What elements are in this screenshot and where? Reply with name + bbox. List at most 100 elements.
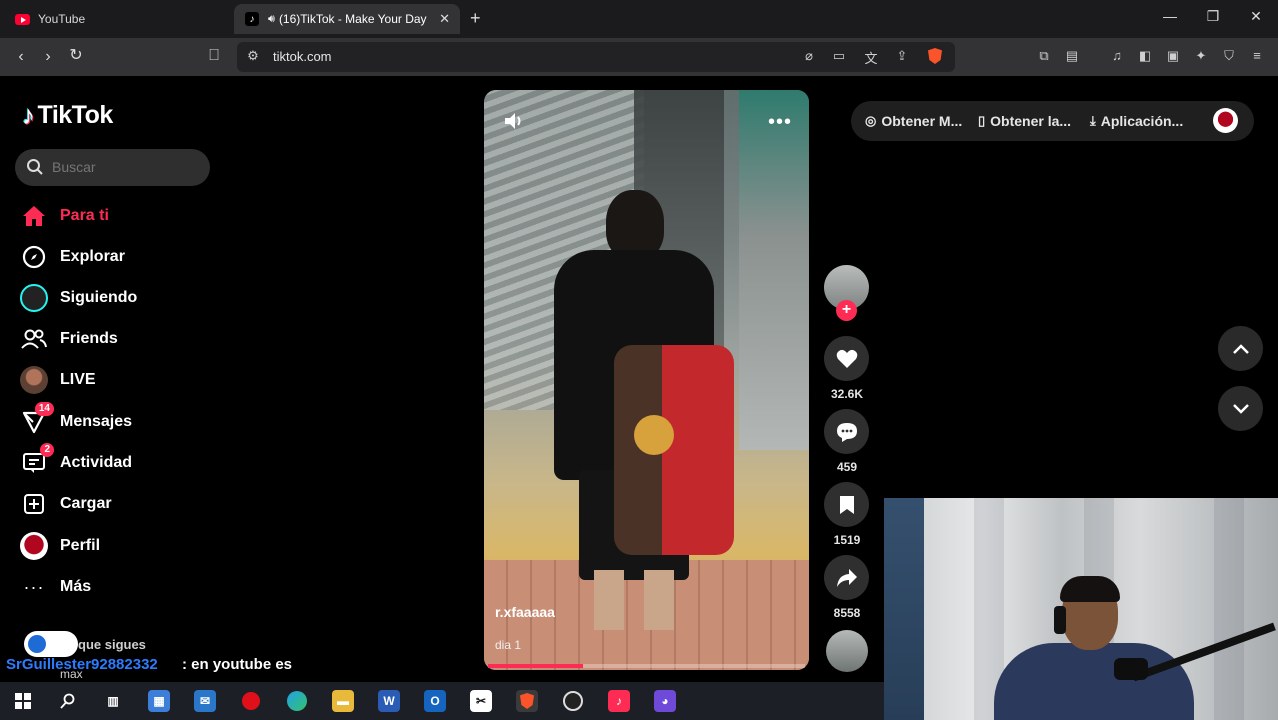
following-accounts-label: que sigues bbox=[78, 637, 146, 652]
task-view-icon[interactable]: ▥ bbox=[102, 690, 124, 712]
save-count: 1519 bbox=[833, 533, 861, 547]
sidebar-item-explorar[interactable]: Explorar bbox=[20, 241, 210, 273]
tab-title: YouTube bbox=[38, 12, 86, 26]
menu-icon[interactable]: ≡ bbox=[1248, 48, 1266, 64]
sound-disc-avatar[interactable] bbox=[826, 630, 868, 672]
install-app-icon[interactable]: ▭ bbox=[830, 48, 848, 64]
restore-button[interactable]: ❐ bbox=[1203, 8, 1223, 25]
comment-button[interactable] bbox=[824, 409, 869, 454]
tab-tiktok[interactable]: ♪ 🔊︎ (16)TikTok - Make Your Day ✕ bbox=[234, 4, 460, 34]
toggle-knob bbox=[28, 635, 46, 653]
sidebar-item-label: Perfil bbox=[60, 537, 101, 554]
tab-youtube[interactable]: YouTube bbox=[4, 4, 230, 34]
minimize-button[interactable]: — bbox=[1160, 8, 1180, 24]
obs-icon[interactable] bbox=[562, 690, 584, 712]
search-input[interactable] bbox=[52, 159, 202, 175]
cast-off-icon[interactable]: ⌀ bbox=[800, 48, 818, 64]
forward-button[interactable]: › bbox=[37, 47, 59, 67]
tiktok-logo[interactable]: ♪ TikTok bbox=[22, 100, 113, 131]
search-icon bbox=[27, 159, 43, 175]
translate-icon[interactable]: 文 bbox=[862, 48, 880, 66]
share-arrow-icon bbox=[836, 568, 857, 587]
speaker-icon: 🔊︎ bbox=[268, 12, 275, 25]
mail-icon[interactable]: ✉ bbox=[194, 690, 216, 712]
get-coins-link[interactable]: ◎ Obtener M... bbox=[865, 113, 962, 129]
new-tab-button[interactable]: + bbox=[470, 8, 481, 29]
sidebar-item-label: Siguiendo bbox=[60, 289, 138, 306]
sidebar-item-actividad[interactable]: 2 Actividad bbox=[20, 443, 210, 479]
bookmark-icon[interactable]: ⎕ bbox=[203, 46, 225, 66]
brave-taskbar-icon[interactable] bbox=[516, 690, 538, 712]
sidebar-item-friends[interactable]: Friends bbox=[20, 323, 210, 355]
sidebar-item-mas[interactable]: ··· Más bbox=[20, 571, 210, 603]
file-explorer-icon[interactable]: ▬ bbox=[332, 690, 354, 712]
bookmark-icon bbox=[839, 495, 854, 514]
close-window-button[interactable]: ✕ bbox=[1246, 8, 1266, 25]
save-button[interactable] bbox=[824, 482, 869, 527]
desktop-app-link[interactable]: ⤓ Aplicación... bbox=[1090, 113, 1183, 129]
live-avatar-icon bbox=[20, 366, 48, 394]
outlook-icon[interactable]: O bbox=[424, 690, 446, 712]
get-coins-label: Obtener M... bbox=[881, 113, 963, 129]
profile-avatar-button[interactable] bbox=[1213, 108, 1238, 133]
sidebar-item-perfil[interactable]: Perfil bbox=[20, 530, 210, 562]
compass-icon bbox=[20, 243, 48, 271]
reader-icon[interactable]: ▤ bbox=[1063, 48, 1081, 64]
activity-icon: 2 bbox=[20, 443, 54, 477]
share-button[interactable] bbox=[824, 555, 869, 600]
sidebar-item-para-ti[interactable]: Para ti bbox=[20, 200, 210, 232]
video-player[interactable] bbox=[484, 90, 809, 670]
sidebar-item-cargar[interactable]: Cargar bbox=[20, 488, 210, 520]
word-icon[interactable]: W bbox=[378, 690, 400, 712]
previous-video-button[interactable] bbox=[1218, 326, 1263, 371]
chat-username: SrGuillester92882332 bbox=[6, 656, 158, 673]
sidebar-icon[interactable]: ◧ bbox=[1136, 48, 1154, 64]
sidebar-item-siguiendo[interactable]: Siguiendo bbox=[20, 282, 210, 314]
messages-icon: 14 bbox=[20, 402, 54, 436]
share-count: 8558 bbox=[833, 606, 861, 620]
back-button[interactable]: ‹ bbox=[10, 47, 32, 67]
store-icon[interactable]: ▦ bbox=[148, 690, 170, 712]
site-settings-icon[interactable]: ⚙ bbox=[244, 48, 262, 64]
profile-avatar-icon bbox=[20, 532, 48, 560]
video-username[interactable]: r.xfaaaaa bbox=[495, 604, 555, 620]
next-video-button[interactable] bbox=[1218, 386, 1263, 431]
activity-badge: 2 bbox=[40, 443, 54, 457]
phone-icon: ▯ bbox=[978, 113, 986, 128]
capcut-icon[interactable]: ✂ bbox=[470, 690, 492, 712]
upload-icon bbox=[20, 490, 48, 518]
sidebar-item-label: Explorar bbox=[60, 248, 125, 265]
coin-icon: ◎ bbox=[865, 113, 877, 128]
discord-icon[interactable]: ◕ bbox=[654, 690, 676, 712]
get-app-link[interactable]: ▯ Obtener la... bbox=[978, 113, 1071, 129]
url-text[interactable]: tiktok.com bbox=[273, 49, 332, 64]
chevron-up-icon bbox=[1232, 343, 1249, 354]
tiktok-taskbar-icon[interactable]: ♪ bbox=[608, 690, 630, 712]
following-avatar-icon bbox=[20, 284, 48, 312]
sidebar-item-mensajes[interactable]: 14 Mensajes bbox=[20, 402, 210, 438]
vpn-icon[interactable]: ⛉ bbox=[1220, 48, 1238, 64]
video-progress-fill bbox=[488, 664, 584, 668]
like-button[interactable] bbox=[824, 336, 869, 381]
volume-icon[interactable] bbox=[503, 111, 525, 131]
follow-button[interactable]: + bbox=[836, 300, 857, 321]
video-more-icon[interactable]: ••• bbox=[768, 111, 792, 134]
leo-ai-icon[interactable]: ✦ bbox=[1192, 48, 1210, 64]
brave-shields-icon[interactable] bbox=[928, 48, 946, 64]
chat-message: : en youtube es bbox=[182, 656, 293, 673]
messages-badge: 14 bbox=[34, 402, 54, 416]
media-icon[interactable]: ♫ bbox=[1108, 48, 1126, 64]
share-icon[interactable]: ⇪ bbox=[893, 48, 911, 64]
edge-icon[interactable] bbox=[286, 690, 308, 712]
sidebar-item-live[interactable]: LIVE bbox=[20, 364, 210, 396]
wallet-icon[interactable]: ▣ bbox=[1164, 48, 1182, 64]
extensions-icon[interactable]: ⧉ bbox=[1035, 48, 1053, 64]
sidebar-item-label: Cargar bbox=[60, 495, 112, 512]
brand-name: TikTok bbox=[37, 101, 114, 129]
record-icon[interactable] bbox=[240, 690, 262, 712]
sidebar-item-label: Más bbox=[60, 578, 92, 595]
windows-start-icon[interactable] bbox=[12, 690, 34, 712]
search-taskbar-icon[interactable] bbox=[57, 690, 79, 712]
close-tab-icon[interactable]: ✕ bbox=[439, 11, 450, 27]
reload-button[interactable]: ↻ bbox=[65, 46, 87, 66]
